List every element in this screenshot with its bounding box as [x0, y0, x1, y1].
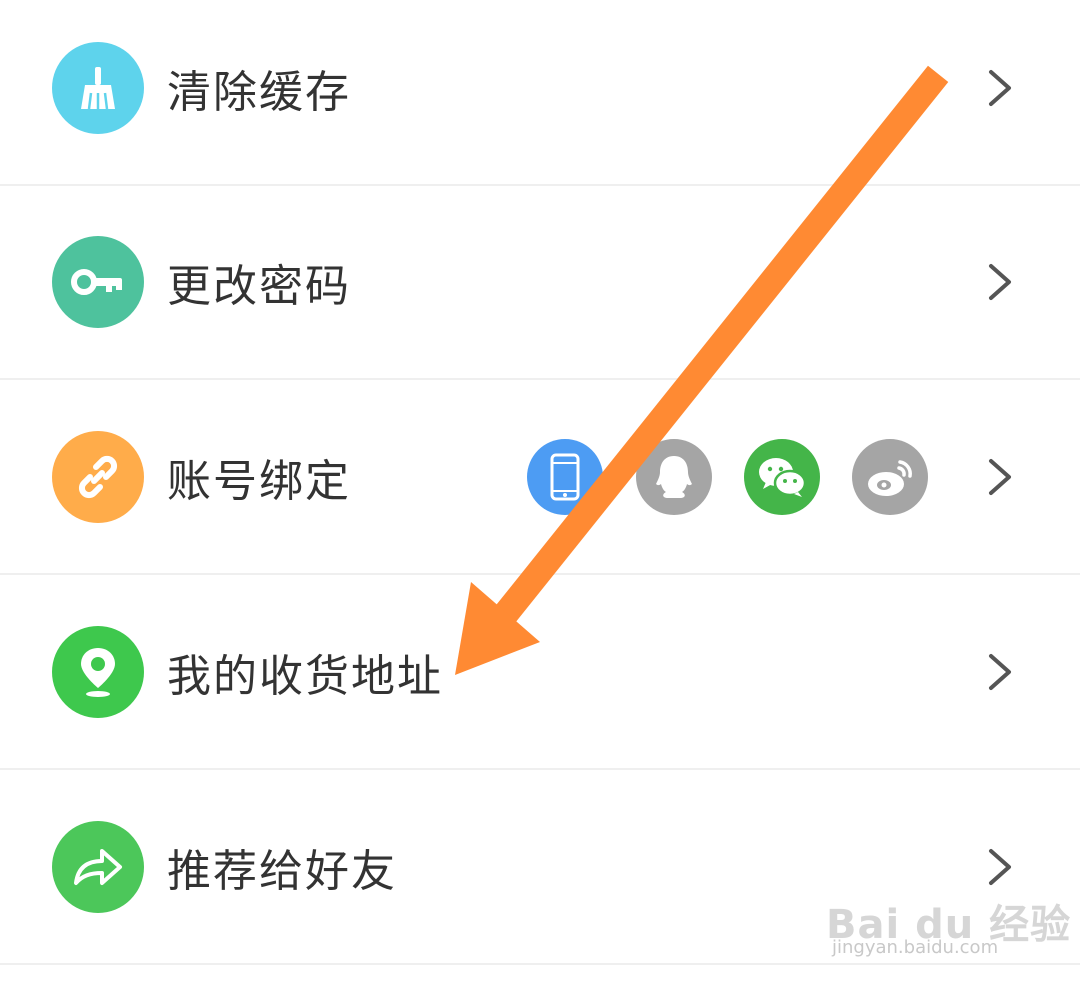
settings-row-clear-cache[interactable]: 清除缓存 — [0, 0, 1080, 186]
chevron-right-icon — [989, 654, 1011, 690]
settings-row-shipping-address[interactable]: 我的收货地址 — [0, 576, 1080, 770]
settings-row-label: 推荐给好友 — [167, 846, 397, 897]
settings-row-label: 我的收货地址 — [167, 651, 443, 702]
chevron-right-icon — [989, 70, 1011, 106]
settings-row-label: 清除缓存 — [167, 67, 351, 118]
qq-icon — [636, 439, 712, 515]
wechat-icon — [744, 439, 820, 515]
chevron-right-icon — [989, 849, 1011, 885]
watermark-url: jingyan.baidu.com — [832, 937, 999, 958]
settings-row-label: 账号绑定 — [167, 456, 351, 507]
chevron-right-icon — [989, 264, 1011, 300]
link-icon — [52, 431, 144, 523]
chevron-right-icon — [989, 459, 1011, 495]
weibo-icon — [852, 439, 928, 515]
broom-icon — [52, 42, 144, 134]
key-icon — [52, 236, 144, 328]
settings-row-change-password[interactable]: 更改密码 — [0, 186, 1080, 380]
settings-row-label: 更改密码 — [167, 261, 351, 312]
location-pin-icon — [52, 626, 144, 718]
settings-row-account-binding[interactable]: 账号绑定 — [0, 381, 1080, 575]
phone-icon — [527, 439, 603, 515]
share-icon — [52, 821, 144, 913]
